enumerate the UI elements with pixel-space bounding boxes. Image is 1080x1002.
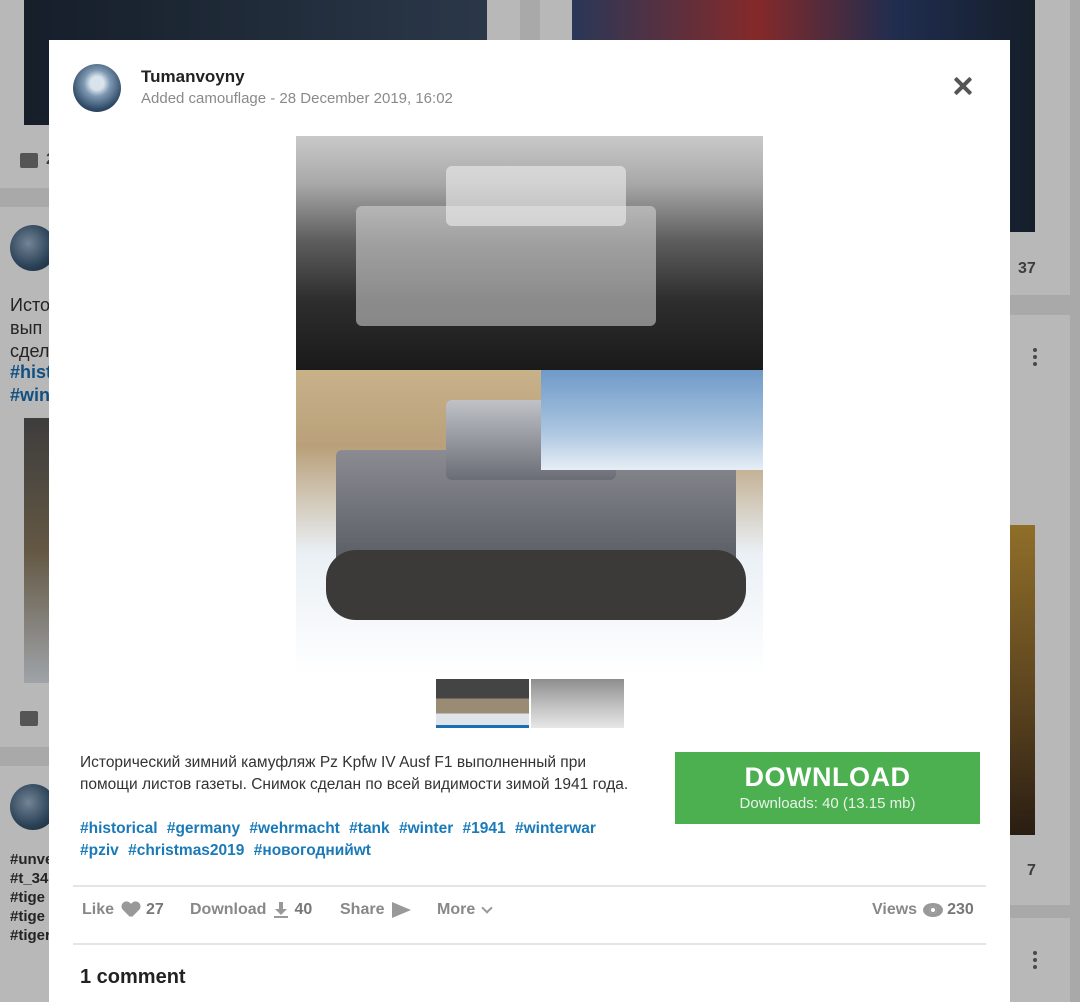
tag[interactable]: #winterwar — [515, 820, 596, 837]
share-label: Share — [340, 901, 385, 918]
tag[interactable]: #wehrmacht — [249, 820, 339, 837]
author-name[interactable]: Tumanvoyny — [141, 67, 245, 87]
chevron-down-icon — [481, 901, 493, 914]
eye-icon — [923, 903, 944, 917]
like-label: Like — [82, 901, 115, 918]
tag[interactable]: #winter — [399, 820, 453, 837]
views-label: Views — [872, 901, 918, 918]
post-modal: Tumanvoyny Added camouflage - 28 Decembe… — [49, 40, 1010, 1002]
close-icon[interactable] — [950, 73, 976, 99]
post-description: Исторический зимний камуфляж Pz Kpfw IV … — [80, 754, 629, 793]
tag[interactable]: #1941 — [463, 820, 506, 837]
post-meta: Added camouflage - 28 December 2019, 16:… — [141, 90, 453, 107]
views-indicator: Views 230 — [872, 901, 974, 919]
download-action[interactable]: Download 40 — [190, 901, 312, 919]
share-button[interactable]: Share — [340, 901, 412, 919]
thumbnail-2[interactable] — [531, 679, 624, 728]
sky — [541, 370, 763, 470]
tag[interactable]: #historical — [80, 820, 158, 837]
historical-photo — [296, 136, 763, 370]
more-label: More — [437, 901, 476, 918]
post-tags: #historical #germany #wehrmacht #tank #w… — [80, 818, 640, 861]
like-count: 27 — [146, 901, 164, 918]
main-image[interactable] — [296, 136, 763, 676]
tag[interactable]: #christmas2019 — [128, 842, 244, 859]
download-button-subtitle: Downloads: 40 (13.15 mb) — [739, 795, 916, 812]
download-count: 40 — [294, 901, 313, 918]
divider — [73, 885, 986, 887]
tag[interactable]: #pziv — [80, 842, 119, 859]
more-button[interactable]: More — [437, 901, 493, 919]
download-button-label: DOWNLOAD — [744, 762, 911, 792]
tag[interactable]: #новогоднийwt — [254, 842, 371, 859]
divider — [73, 943, 986, 945]
share-icon — [392, 902, 412, 918]
action-bar: Like 27 Download 40 Share More Views 230 — [82, 901, 977, 927]
author-avatar[interactable] — [73, 64, 121, 112]
heart-icon — [122, 902, 140, 918]
download-icon — [274, 902, 289, 918]
download-button[interactable]: DOWNLOAD Downloads: 40 (13.15 mb) — [675, 752, 980, 824]
tag[interactable]: #tank — [349, 820, 390, 837]
comments-heading: 1 comment — [80, 966, 186, 988]
download-label: Download — [190, 901, 267, 918]
views-count: 230 — [947, 901, 974, 918]
tag[interactable]: #germany — [167, 820, 240, 837]
like-button[interactable]: Like 27 — [82, 901, 164, 919]
thumbnail-1[interactable] — [436, 679, 529, 728]
